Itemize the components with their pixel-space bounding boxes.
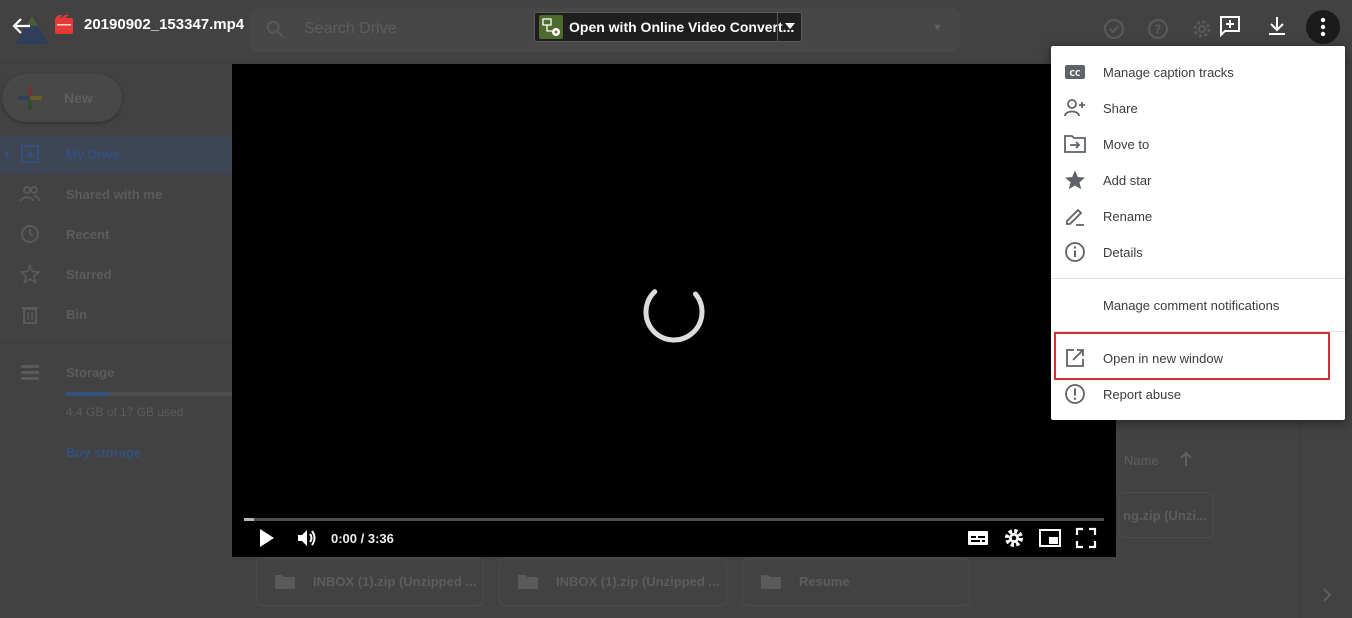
report-icon	[1065, 384, 1085, 404]
new-button-label: New	[64, 90, 93, 106]
highlight-annotation-box	[1054, 332, 1330, 380]
video-converter-app-icon	[539, 15, 563, 39]
storage-icon	[21, 365, 39, 380]
menu-item-label: Share	[1103, 101, 1138, 116]
trash-icon	[22, 307, 38, 324]
subtitles-icon[interactable]	[966, 526, 990, 550]
menu-item-label: Report abuse	[1103, 387, 1182, 402]
storage-label: Storage	[66, 365, 115, 380]
more-actions-menu: CC Manage caption tracks Share Move to A…	[1051, 46, 1345, 420]
menu-item-rename[interactable]: Rename	[1051, 198, 1345, 234]
menu-item-add-star[interactable]: Add star	[1051, 162, 1345, 198]
menu-item-label: Add star	[1103, 173, 1152, 188]
file-name: INBOX (1).zip (Unzipped ...	[556, 574, 720, 589]
my-drive-icon	[21, 145, 39, 163]
buy-storage-link[interactable]: Buy storage	[66, 445, 141, 460]
sidebar-item-starred[interactable]: Starred	[0, 256, 232, 292]
download-icon[interactable]	[1265, 14, 1289, 38]
seek-bar[interactable]	[244, 518, 1104, 521]
shared-icon	[20, 186, 40, 202]
sort-by-name-label[interactable]: Name	[1124, 453, 1159, 468]
sidebar-divider	[0, 342, 232, 343]
info-icon	[1065, 242, 1085, 262]
play-icon[interactable]	[254, 526, 278, 550]
sidebar-item-label: Bin	[66, 307, 87, 322]
fullscreen-icon[interactable]	[1074, 526, 1098, 550]
file-card[interactable]: Resume	[742, 558, 970, 606]
file-card[interactable]: ng.zip (Unzi...	[1118, 492, 1214, 538]
new-button[interactable]: New	[2, 74, 122, 122]
sidebar-item-my-drive[interactable]: My Drive	[0, 136, 232, 172]
more-actions-button[interactable]	[1306, 10, 1340, 44]
offline-check-icon	[1104, 19, 1124, 39]
menu-item-label: Details	[1103, 245, 1143, 260]
dropdown-caret-icon[interactable]	[785, 23, 795, 29]
video-player[interactable]: 0:00 / 3:36	[232, 64, 1116, 557]
panel-divider	[1300, 420, 1301, 618]
pencil-icon	[1066, 208, 1084, 226]
folder-icon	[518, 575, 538, 589]
sidebar-item-label: My Drive	[66, 147, 121, 162]
add-person-icon	[1064, 99, 1085, 117]
menu-item-manage-caption-tracks[interactable]: CC Manage caption tracks	[1051, 54, 1345, 90]
menu-item-details[interactable]: Details	[1051, 234, 1345, 270]
menu-item-share[interactable]: Share	[1051, 90, 1345, 126]
sidebar-item-label: Recent	[66, 227, 110, 242]
open-with-divider	[777, 13, 778, 41]
file-card[interactable]: INBOX (1).zip (Unzipped ...	[499, 558, 727, 606]
sidebar-item-bin[interactable]: Bin	[0, 296, 232, 332]
sidebar-item-label: Starred	[66, 267, 112, 282]
file-name: ng.zip (Unzi...	[1123, 508, 1207, 523]
storage-meter-fill	[66, 392, 110, 396]
storage-used-text: 4.4 GB of 17 GB used	[66, 405, 184, 419]
open-with-label: Open with Online Video Convert...	[569, 19, 795, 35]
menu-item-label: Manage comment notifications	[1103, 298, 1280, 313]
search-placeholder: Search Drive	[304, 20, 397, 37]
chevron-right-icon[interactable]	[1320, 586, 1334, 604]
volume-icon[interactable]	[295, 526, 319, 550]
video-file-icon	[55, 15, 73, 34]
arrow-up-icon[interactable]	[1178, 450, 1194, 468]
svg-text:CC: CC	[1069, 69, 1081, 78]
file-card[interactable]: INBOX (1).zip (Unzipped ...	[256, 558, 484, 606]
clock-icon	[21, 225, 39, 243]
seek-bar-buffered	[244, 518, 254, 521]
search-icon	[266, 20, 284, 38]
miniplayer-icon[interactable]	[1038, 526, 1062, 550]
settings-gear-icon	[1193, 20, 1211, 38]
star-outline-icon	[20, 264, 40, 284]
add-comment-icon[interactable]	[1218, 14, 1242, 38]
menu-divider	[1051, 278, 1345, 279]
menu-item-label: Manage caption tracks	[1103, 65, 1234, 80]
open-with-button[interactable]: Open with Online Video Convert...	[534, 12, 802, 42]
plus-icon	[18, 86, 42, 110]
file-name: Resume	[799, 574, 850, 589]
file-name: INBOX (1).zip (Unzipped ...	[313, 574, 477, 589]
star-icon	[1065, 170, 1085, 190]
player-settings-gear-icon[interactable]	[1002, 526, 1026, 550]
loading-spinner-icon	[643, 281, 705, 343]
menu-item-label: Move to	[1103, 137, 1150, 152]
sidebar-item-label: Shared with me	[66, 187, 163, 202]
folder-icon	[275, 575, 295, 589]
menu-item-report-abuse[interactable]: Report abuse	[1051, 376, 1345, 412]
menu-item-label: Rename	[1103, 209, 1153, 224]
move-to-folder-icon	[1064, 135, 1086, 153]
search-options-caret-icon: ▼	[932, 22, 943, 34]
menu-item-manage-comment-notifications[interactable]: Manage comment notifications	[1051, 287, 1345, 323]
sidebar-item-recent[interactable]: Recent	[0, 216, 232, 252]
sidebar-item-shared-with-me[interactable]: Shared with me	[0, 176, 232, 212]
more-vert-icon	[1320, 17, 1326, 37]
sidebar-item-storage[interactable]: Storage	[0, 354, 232, 390]
help-icon: ?	[1148, 19, 1168, 39]
file-title: 20190902_153347.mp4	[84, 16, 245, 33]
menu-item-move-to[interactable]: Move to	[1051, 126, 1345, 162]
folder-icon	[761, 575, 781, 589]
playback-time: 0:00 / 3:36	[331, 531, 394, 546]
back-arrow-icon[interactable]	[10, 14, 34, 38]
closed-caption-icon: CC	[1065, 65, 1085, 79]
svg-text:?: ?	[1155, 23, 1162, 37]
